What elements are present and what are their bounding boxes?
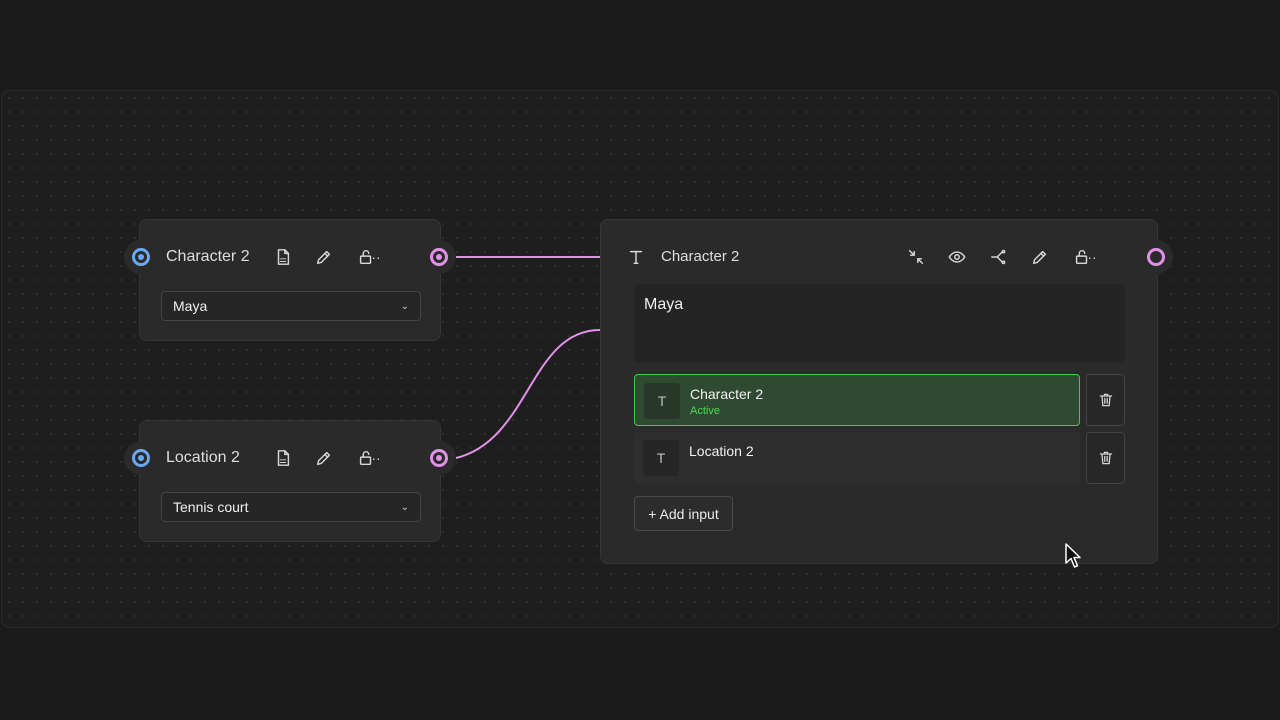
delete-input-button[interactable] xyxy=(1086,374,1125,426)
location-input-port[interactable] xyxy=(124,441,158,475)
more-icon[interactable]: ·· xyxy=(368,446,384,470)
pen-icon[interactable] xyxy=(1028,245,1052,269)
text-type-icon: T xyxy=(644,383,680,419)
character-node[interactable]: Character 2 ·· Maya ⌄ xyxy=(139,219,441,341)
more-icon[interactable]: ·· xyxy=(368,245,384,269)
input-row-label: Location 2 xyxy=(689,443,754,459)
character-input-port[interactable] xyxy=(124,240,158,274)
select-value: Maya xyxy=(173,298,208,314)
mouse-cursor-icon xyxy=(1065,543,1081,568)
character-output-port[interactable] xyxy=(422,240,456,274)
csv-file-icon[interactable] xyxy=(271,245,295,269)
input-row-label: Character 2 xyxy=(690,386,764,402)
chevron-down-icon: ⌄ xyxy=(400,501,409,513)
input-row-location[interactable]: T Location 2 xyxy=(634,432,1080,484)
node-title: Location 2 xyxy=(166,449,240,466)
collapse-icon[interactable] xyxy=(904,245,928,269)
text-output-field[interactable]: Maya xyxy=(634,284,1125,362)
delete-input-button[interactable] xyxy=(1086,432,1125,484)
csv-file-icon[interactable] xyxy=(271,446,295,470)
location-select[interactable]: Tennis court ⌄ xyxy=(161,492,421,522)
text-combine-node[interactable]: Character 2 ·· Maya T Character 2 Active… xyxy=(600,219,1158,564)
location-output-port[interactable] xyxy=(422,441,456,475)
text-type-icon: T xyxy=(643,440,679,476)
status-badge: Active xyxy=(690,405,720,417)
character-select[interactable]: Maya ⌄ xyxy=(161,291,421,321)
pen-icon[interactable] xyxy=(312,245,336,269)
node-title: Character 2 xyxy=(166,248,250,265)
text-type-icon xyxy=(624,245,648,269)
trash-icon xyxy=(1099,451,1112,465)
chevron-down-icon: ⌄ xyxy=(400,300,409,312)
eye-icon[interactable] xyxy=(945,245,969,269)
add-input-button[interactable]: + Add input xyxy=(634,496,733,531)
combine-output-port[interactable] xyxy=(1139,240,1173,274)
trash-icon xyxy=(1099,393,1112,407)
input-row-character[interactable]: T Character 2 Active xyxy=(634,374,1080,426)
node-title: Character 2 xyxy=(661,248,740,265)
pen-icon[interactable] xyxy=(312,446,336,470)
branch-icon[interactable] xyxy=(987,245,1011,269)
more-icon[interactable]: ·· xyxy=(1084,245,1100,269)
select-value: Tennis court xyxy=(173,499,249,515)
location-node[interactable]: Location 2 ·· Tennis court ⌄ xyxy=(139,420,441,542)
